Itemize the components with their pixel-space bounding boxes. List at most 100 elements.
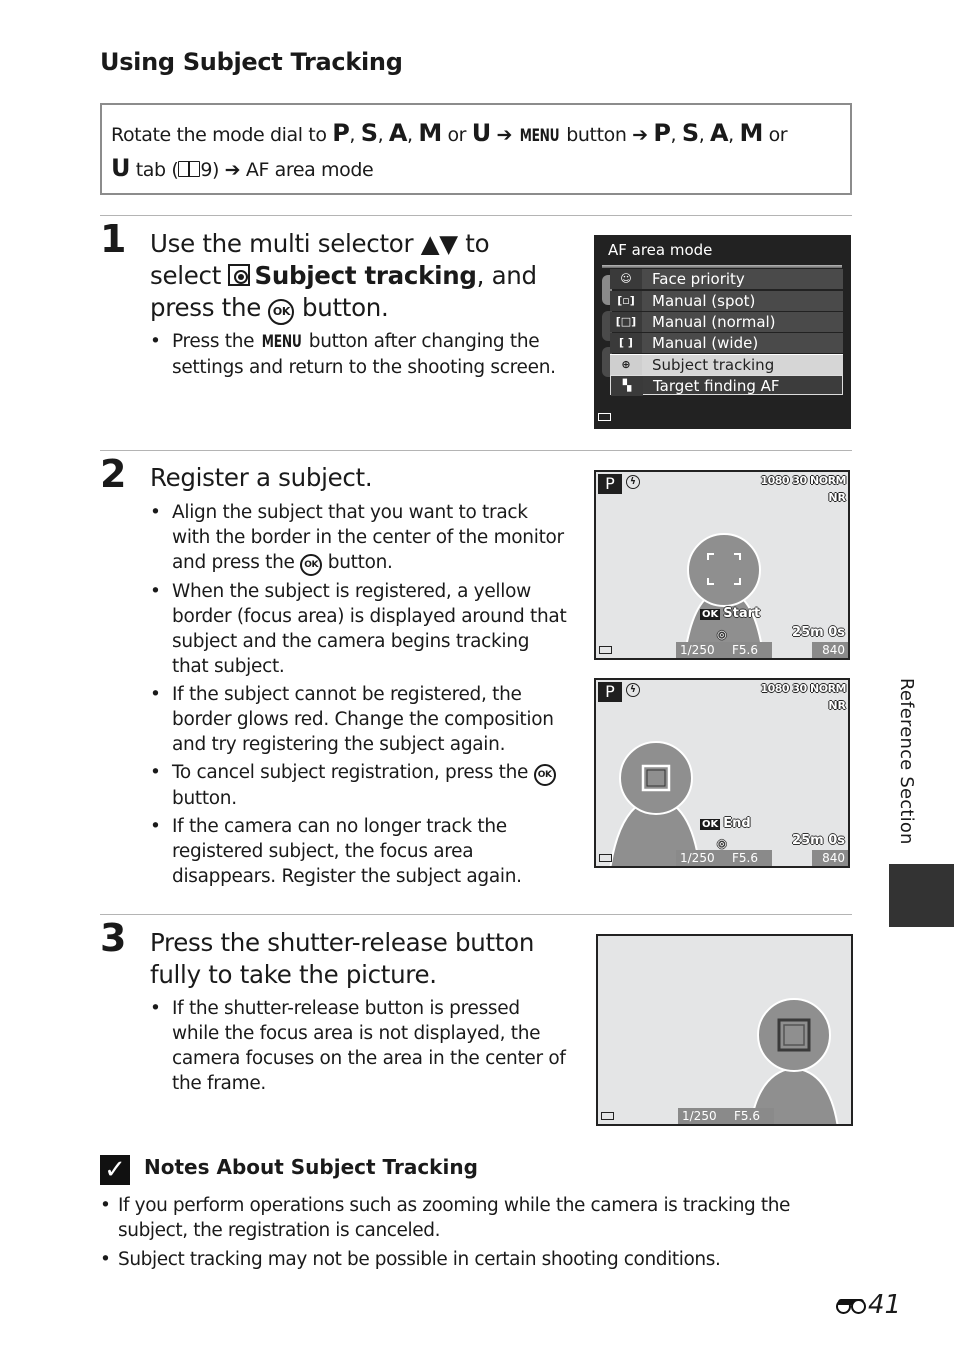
- menu-item-label: Manual (spot): [652, 292, 756, 310]
- mode-u-label: U: [111, 154, 131, 182]
- section-tab-label: Reference Section: [896, 678, 917, 845]
- subject-tracking-icon: ⊕: [610, 355, 642, 375]
- step-1-heading-text: button.: [294, 293, 389, 322]
- image-settings-info: 1080 30 NORM: [760, 474, 846, 487]
- menu-route-box: Rotate the mode dial to P, S, A, M or U …: [100, 103, 852, 195]
- end-label: End: [723, 816, 751, 831]
- book-icon: [178, 161, 201, 177]
- menu-item-target-finding-af[interactable]: ▚ Target finding AF: [610, 375, 843, 396]
- battery-icon: [601, 1112, 614, 1120]
- mode-m-label: M: [739, 119, 763, 147]
- menu-button-icon: MENU: [261, 332, 302, 352]
- subject-head: [619, 741, 693, 815]
- step-3-heading-line-2: fully to take the picture.: [150, 960, 437, 989]
- image-settings-info: 1080 30 NORM: [760, 682, 846, 695]
- notes-list: If you perform operations such as zoomin…: [100, 1193, 820, 1275]
- ok-button-icon: OK: [268, 299, 295, 325]
- route-text: or: [441, 124, 472, 146]
- menu-item-label: Manual (wide): [652, 334, 759, 352]
- start-label: Start: [723, 606, 761, 621]
- mode-p-label: P: [332, 119, 350, 147]
- binoculars-e-icon: [836, 1298, 866, 1314]
- step-1-heading-text: press the: [150, 293, 269, 322]
- menu-item-label: Target finding AF: [653, 377, 780, 395]
- mode-m-label: M: [418, 119, 442, 147]
- list-item: If the subject cannot be registered, the…: [150, 682, 570, 757]
- divider: [100, 914, 852, 915]
- vibration-reduction-icon: ◎: [717, 837, 727, 850]
- noise-reduction-info: NR: [828, 491, 846, 504]
- exposures-remaining: 840: [812, 850, 848, 866]
- menu-item-label: Subject tracking: [652, 356, 775, 374]
- route-text: button ➔: [560, 124, 654, 146]
- step-number-2: 2: [100, 452, 127, 496]
- menu-item-manual-spot[interactable]: [▫] Manual (spot): [610, 291, 843, 311]
- menu-item-manual-wide[interactable]: [ ] Manual (wide): [610, 333, 843, 353]
- manual-wide-icon: [ ]: [610, 333, 642, 353]
- shooting-screen-capture: 1/250 F5.6: [596, 934, 853, 1126]
- divider: [100, 450, 852, 451]
- step-1-heading-text: select: [150, 261, 229, 290]
- menu-item-face-priority[interactable]: ☺ Face priority: [610, 269, 843, 289]
- battery-icon: [599, 646, 612, 654]
- movie-time-remaining: 25m 0s: [792, 625, 845, 640]
- shooting-screen-end: P ϟ 1080 30 NORM NR OK End ◎ 25m 0s 1/250…: [594, 678, 850, 868]
- ok-end-hint: OK End: [700, 816, 751, 831]
- route-text: ,: [728, 124, 740, 146]
- shutter-speed: 1/250: [682, 1109, 717, 1123]
- step-1-heading-text: , and: [476, 261, 537, 290]
- shooting-mode-badge: P: [598, 682, 622, 702]
- aperture-value: F5.6: [732, 851, 758, 865]
- af-area-mode-menu-screen: AF area mode ☺ Face priority [▫] Manual (sp…: [594, 235, 851, 429]
- step-number-1: 1: [100, 217, 127, 261]
- route-text: ,: [407, 124, 419, 146]
- battery-icon: [598, 413, 611, 421]
- menu-button-icon: MENU: [519, 126, 559, 146]
- face-priority-icon: ☺: [610, 269, 642, 289]
- ok-start-hint: OK Start: [700, 606, 760, 621]
- manual-spot-icon: [▫]: [610, 291, 642, 311]
- notes-heading: ✓ Notes About Subject Tracking: [100, 1155, 478, 1185]
- step-1-bullets: Press the MENU button after changing the…: [150, 329, 570, 383]
- shooting-mode-badge: P: [598, 474, 622, 494]
- subject-head: [687, 533, 761, 607]
- divider: [100, 215, 852, 216]
- step-2-bullets: Align the subject that you want to track…: [150, 500, 570, 892]
- exposures-remaining: 840: [812, 642, 848, 658]
- route-reference-text: 9) ➔ AF area mode: [200, 159, 374, 181]
- route-text: or: [762, 124, 788, 146]
- step-2-heading: Register a subject.: [150, 463, 373, 492]
- list-item: Subject tracking may not be possible in …: [100, 1247, 820, 1272]
- menu-item-label: Face priority: [652, 270, 745, 288]
- flash-mode-icon: ϟ: [626, 683, 640, 697]
- route-line-1: Rotate the mode dial to P, S, A, M or U …: [111, 119, 788, 147]
- noise-reduction-info: NR: [828, 699, 846, 712]
- ok-button-icon: OK: [300, 554, 323, 576]
- exposure-info-bar: 1/250 F5.6: [676, 850, 772, 866]
- aperture-value: F5.6: [734, 1109, 760, 1123]
- menu-screen-title: AF area mode: [608, 241, 713, 259]
- subject-head: [757, 998, 831, 1072]
- ok-button-icon: OK: [533, 764, 556, 786]
- step-number-3: 3: [100, 916, 127, 960]
- list-item: Press the MENU button after changing the…: [150, 329, 570, 380]
- manual-normal-icon: [□]: [610, 312, 642, 332]
- menu-item-manual-normal[interactable]: [□] Manual (normal): [610, 312, 843, 332]
- subject-tracking-label: Subject tracking: [254, 261, 477, 290]
- list-item: If the shutter-release button is pressed…: [150, 996, 570, 1096]
- menu-item-subject-tracking[interactable]: ⊕ Subject tracking: [610, 354, 843, 375]
- step-3-heading-line-1: Press the shutter-release button: [150, 928, 535, 957]
- step-1-heading-line-1: Use the multi selector ▲▼ to: [150, 229, 490, 258]
- route-text: Rotate the mode dial to: [111, 124, 333, 146]
- route-tab-text: tab (: [130, 159, 179, 181]
- route-text: ,: [670, 124, 682, 146]
- route-text: ,: [377, 124, 389, 146]
- route-text: ➔: [490, 124, 518, 146]
- page-number: 41: [836, 1290, 901, 1320]
- list-item: If the camera can no longer track the re…: [150, 814, 570, 889]
- step-3-heading: Press the shutter-release button fully t…: [150, 927, 534, 991]
- shutter-speed: 1/250: [680, 851, 715, 865]
- list-item: When the subject is registered, a yellow…: [150, 579, 570, 679]
- step-3-bullets: If the shutter-release button is pressed…: [150, 996, 570, 1099]
- section-tab-marker: [889, 864, 954, 927]
